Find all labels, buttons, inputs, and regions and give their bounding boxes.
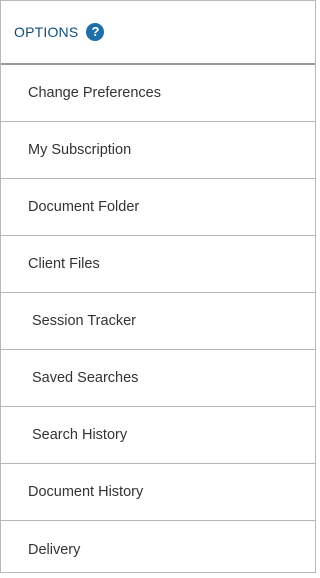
menu-item-saved-searches[interactable]: Saved Searches bbox=[1, 350, 315, 407]
menu-item-session-tracker[interactable]: Session Tracker bbox=[1, 293, 315, 350]
help-icon[interactable]: ? bbox=[86, 22, 105, 41]
menu-item-my-subscription[interactable]: My Subscription bbox=[1, 122, 315, 179]
options-title: OPTIONS bbox=[14, 24, 79, 40]
menu-item-document-history[interactable]: Document History bbox=[1, 464, 315, 521]
options-header: OPTIONS ? bbox=[1, 1, 315, 65]
menu-item-search-history[interactable]: Search History bbox=[1, 407, 315, 464]
menu-item-delivery[interactable]: Delivery bbox=[1, 521, 315, 578]
menu-item-change-preferences[interactable]: Change Preferences bbox=[1, 65, 315, 122]
options-menu: Change Preferences My Subscription Docum… bbox=[1, 65, 315, 578]
menu-item-client-files[interactable]: Client Files bbox=[1, 236, 315, 293]
menu-item-document-folder[interactable]: Document Folder bbox=[1, 179, 315, 236]
options-panel: OPTIONS ? Change Preferences My Subscrip… bbox=[0, 0, 316, 573]
